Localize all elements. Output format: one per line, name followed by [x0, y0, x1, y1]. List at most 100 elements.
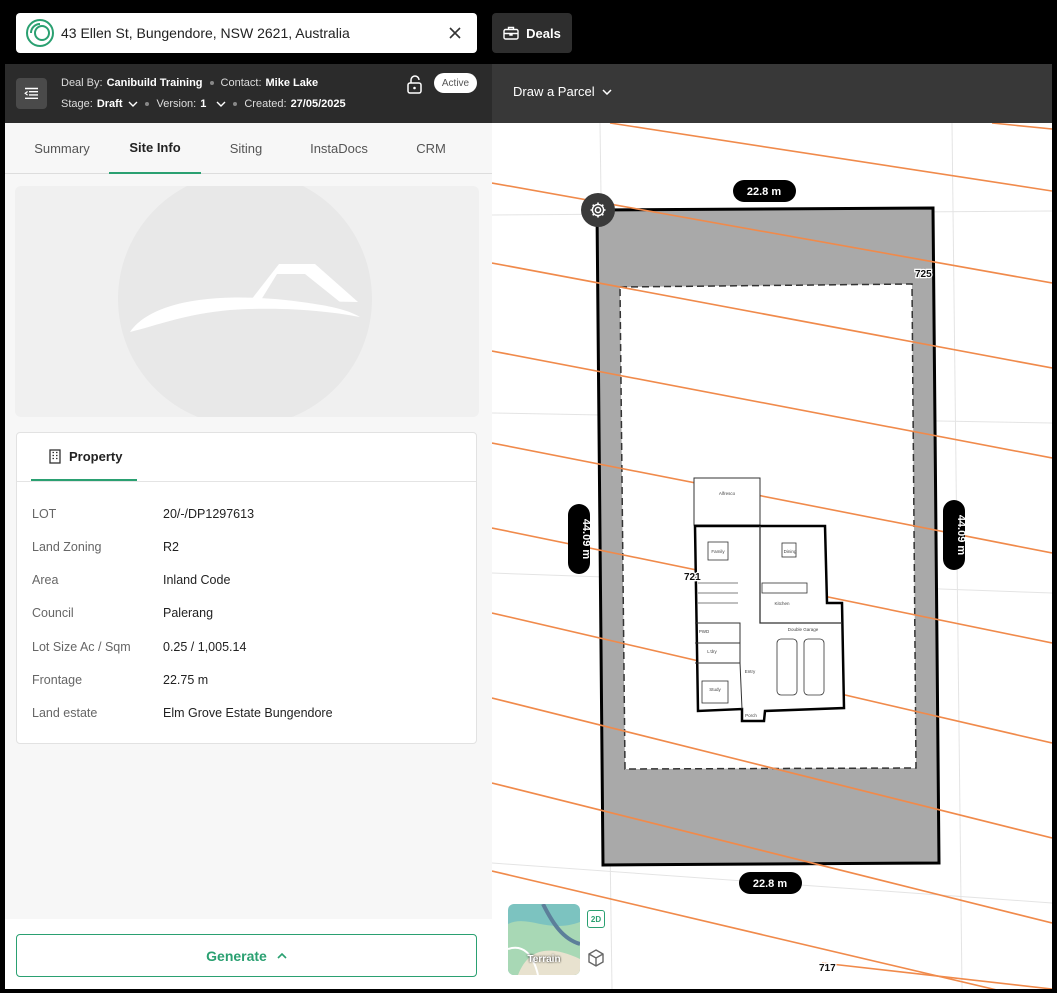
created-label: Created:	[244, 98, 287, 110]
deal-tabs: Summary Site Info Siting InstaDocs CRM	[5, 123, 492, 174]
dimension-top[interactable]: 22.8 m	[733, 180, 796, 202]
room-label-study: Study	[709, 687, 721, 692]
deal-info-row-2: Stage: Draft Version: 1 Created: 27/05/2…	[61, 98, 346, 110]
property-row: Lot Size Ac / Sqm 0.25 / 1,005.14	[32, 640, 462, 654]
room-label-porch: Porch	[745, 713, 757, 718]
briefcase-icon	[503, 26, 519, 40]
generate-label: Generate	[206, 947, 267, 964]
version-dropdown[interactable]: 1	[200, 98, 206, 110]
tab-site-info[interactable]: Site Info	[109, 123, 201, 174]
draw-parcel-label: Draw a Parcel	[513, 84, 595, 99]
collapse-panel-button[interactable]	[16, 78, 47, 109]
close-icon	[449, 27, 461, 39]
terrain-layer-toggle[interactable]: Terrain	[508, 904, 580, 975]
property-key: Council	[32, 606, 74, 620]
room-label-alfresco: Alfresco	[719, 491, 736, 496]
gear-icon	[590, 202, 606, 218]
draw-parcel-dropdown[interactable]: Draw a Parcel	[513, 84, 612, 99]
property-row: Council Palerang	[32, 606, 462, 620]
stage-label: Stage:	[61, 98, 93, 110]
stage-dropdown[interactable]: Draft	[97, 98, 123, 110]
room-label-kitchen: Kitchen	[774, 601, 790, 606]
property-image-placeholder	[15, 186, 479, 417]
deal-by-value[interactable]: Canibuild Training	[107, 77, 203, 89]
contour-label: 717	[819, 963, 836, 974]
unlock-icon[interactable]	[406, 75, 424, 94]
property-value: 22.75 m	[163, 673, 209, 687]
chevron-down-icon[interactable]	[216, 101, 226, 107]
property-value: Palerang	[163, 606, 214, 620]
canibuild-logo-icon	[26, 19, 54, 47]
property-value: R2	[163, 540, 179, 554]
deals-button[interactable]: Deals	[492, 13, 572, 53]
deal-info-row-1: Deal By: Canibuild Training Contact: Mik…	[61, 77, 318, 89]
map-toolbar: Draw a Parcel	[492, 64, 1052, 123]
room-label-dining: Dining	[784, 549, 797, 554]
property-row: Area Inland Code	[32, 573, 462, 587]
parcel-settings-button[interactable]	[581, 193, 615, 227]
dimension-right-label: 44.09 m	[955, 515, 967, 556]
property-row: Frontage 22.75 m	[32, 673, 462, 687]
dimension-left[interactable]: 44.09 m	[568, 504, 592, 574]
dimension-bottom[interactable]: 22.8 m	[739, 872, 802, 894]
version-label: Version:	[156, 98, 197, 110]
chevron-down-icon[interactable]	[128, 101, 138, 107]
house-placeholder-icon	[118, 186, 372, 417]
chevron-up-icon	[277, 952, 287, 959]
contact-label: Contact:	[220, 77, 262, 89]
contour-label: 725	[915, 269, 932, 280]
property-key: Frontage	[32, 673, 83, 687]
address-input[interactable]: 43 Ellen St, Bungendore, NSW 2621, Austr…	[61, 25, 441, 41]
property-card: Property LOT 20/-/DP1297613 Land Zoning R2…	[16, 432, 477, 744]
dimension-left-label: 44.09 m	[580, 519, 592, 560]
room-label-entry: Entry	[745, 669, 756, 674]
property-key: Area	[32, 573, 59, 587]
address-search[interactable]: 43 Ellen St, Bungendore, NSW 2621, Austr…	[16, 13, 477, 53]
map-panel: Draw a Parcel Alfresco Family Dining Kit…	[492, 64, 1052, 989]
generate-footer: Generate	[5, 919, 492, 989]
cube-3d-icon[interactable]	[586, 948, 606, 968]
terrain-label: Terrain	[527, 954, 561, 965]
view-2d-button[interactable]: 2D	[587, 910, 605, 928]
dimension-bottom-label: 22.8 m	[753, 878, 787, 890]
room-label-pwd: PWD	[699, 629, 710, 634]
tab-summary[interactable]: Summary	[17, 123, 107, 174]
property-tab-label: Property	[69, 448, 123, 464]
room-label-laundry: L'dry	[707, 649, 717, 654]
tab-crm[interactable]: CRM	[385, 123, 477, 174]
room-label-garage: Double Garage	[788, 627, 819, 632]
tab-instadocs[interactable]: InstaDocs	[293, 123, 385, 174]
clear-search-button[interactable]	[441, 19, 469, 47]
property-row: Land estate Elm Grove Estate Bungendore	[32, 706, 462, 720]
property-value: 0.25 / 1,005.14	[163, 640, 247, 654]
chevron-down-icon	[602, 88, 612, 95]
property-value: 20/-/DP1297613	[163, 507, 255, 521]
dimension-right[interactable]: 44.09 m	[943, 500, 967, 570]
separator-dot	[209, 81, 214, 85]
building-icon	[49, 448, 61, 464]
separator-dot	[145, 102, 150, 106]
contact-value[interactable]: Mike Lake	[266, 77, 319, 89]
property-value: Inland Code	[163, 573, 231, 587]
separator-dot	[233, 102, 238, 106]
property-key: LOT	[32, 507, 57, 521]
panel-collapse-icon	[24, 87, 38, 99]
property-row: LOT 20/-/DP1297613	[32, 507, 462, 521]
contour-label: 721	[684, 572, 701, 583]
dimension-top-label: 22.8 m	[747, 186, 781, 198]
deals-label: Deals	[526, 25, 561, 41]
created-value: 27/05/2025	[290, 98, 346, 110]
tab-siting[interactable]: Siting	[201, 123, 291, 174]
generate-button[interactable]: Generate	[16, 934, 477, 977]
deal-header: Deal By: Canibuild Training Contact: Mik…	[5, 64, 492, 123]
left-panel: Deal By: Canibuild Training Contact: Mik…	[5, 64, 492, 989]
view-mode-toggle: 2D	[584, 905, 608, 977]
property-value: Elm Grove Estate Bungendore	[163, 706, 333, 720]
property-key: Lot Size Ac / Sqm	[32, 640, 131, 654]
tab-property[interactable]: Property	[31, 433, 137, 481]
site-map[interactable]: Alfresco Family Dining Kitchen PWD L'dry…	[492, 122, 1052, 989]
property-row: Land Zoning R2	[32, 540, 462, 554]
room-label-family: Family	[711, 549, 725, 554]
status-badge: Active	[434, 73, 477, 93]
property-key: Land estate	[32, 706, 98, 720]
